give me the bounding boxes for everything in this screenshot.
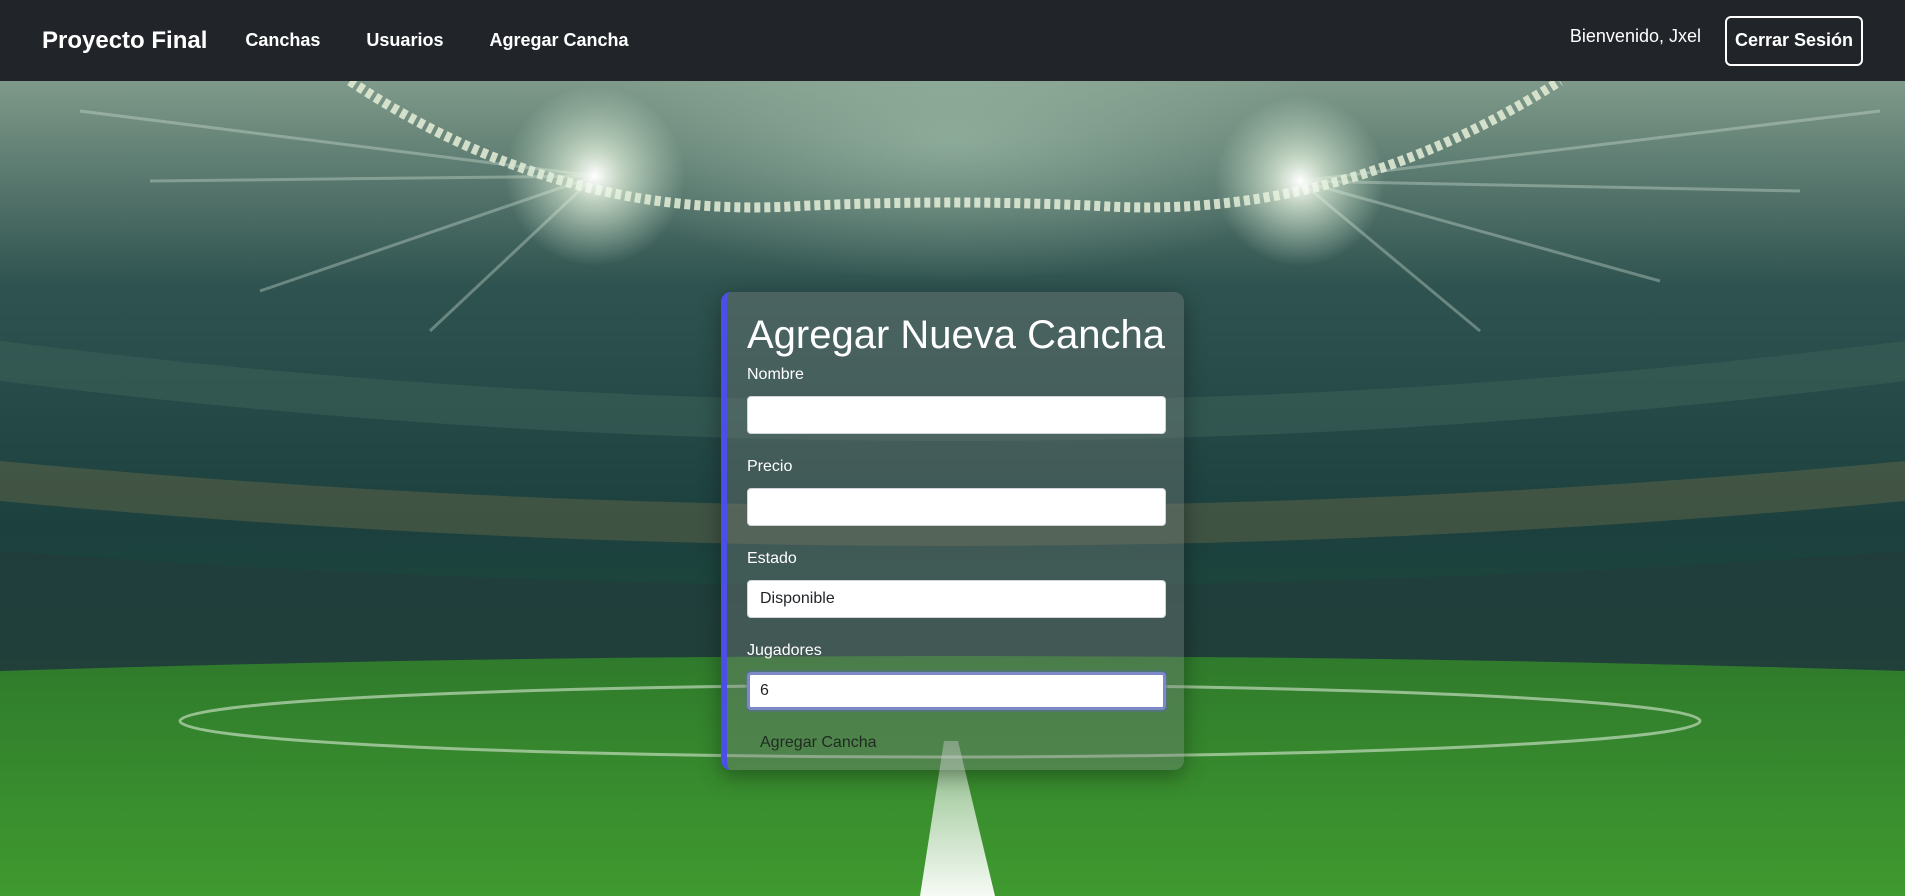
precio-input[interactable] (747, 488, 1166, 526)
form-title: Agregar Nueva Cancha (747, 313, 1166, 357)
precio-label: Precio (747, 458, 793, 475)
jugadores-input[interactable] (747, 672, 1166, 710)
nombre-label: Nombre (747, 366, 804, 383)
add-court-submit-button[interactable]: Agregar Cancha (747, 731, 890, 755)
logout-button[interactable]: Cerrar Sesión (1725, 15, 1863, 66)
top-navbar: Proyecto Final Canchas Usuarios Agregar … (0, 0, 1905, 81)
welcome-text: Bienvenido, Jxel (1569, 26, 1701, 46)
jugadores-label: Jugadores (747, 642, 822, 659)
brand-link[interactable]: Proyecto Final (42, 27, 207, 55)
nav-link-usuarios[interactable]: Usuarios (366, 30, 443, 51)
nombre-input[interactable] (747, 396, 1166, 434)
estado-input[interactable] (747, 580, 1166, 618)
nav-link-canchas[interactable]: Canchas (245, 30, 320, 51)
add-court-form-card: Agregar Nueva Cancha Nombre Precio Estad… (721, 292, 1184, 770)
estado-label: Estado (747, 550, 797, 567)
navbar-user-area: Bienvenido, Jxel Cerrar Sesión (1569, 15, 1863, 66)
nav-link-agregar-cancha[interactable]: Agregar Cancha (489, 30, 628, 51)
